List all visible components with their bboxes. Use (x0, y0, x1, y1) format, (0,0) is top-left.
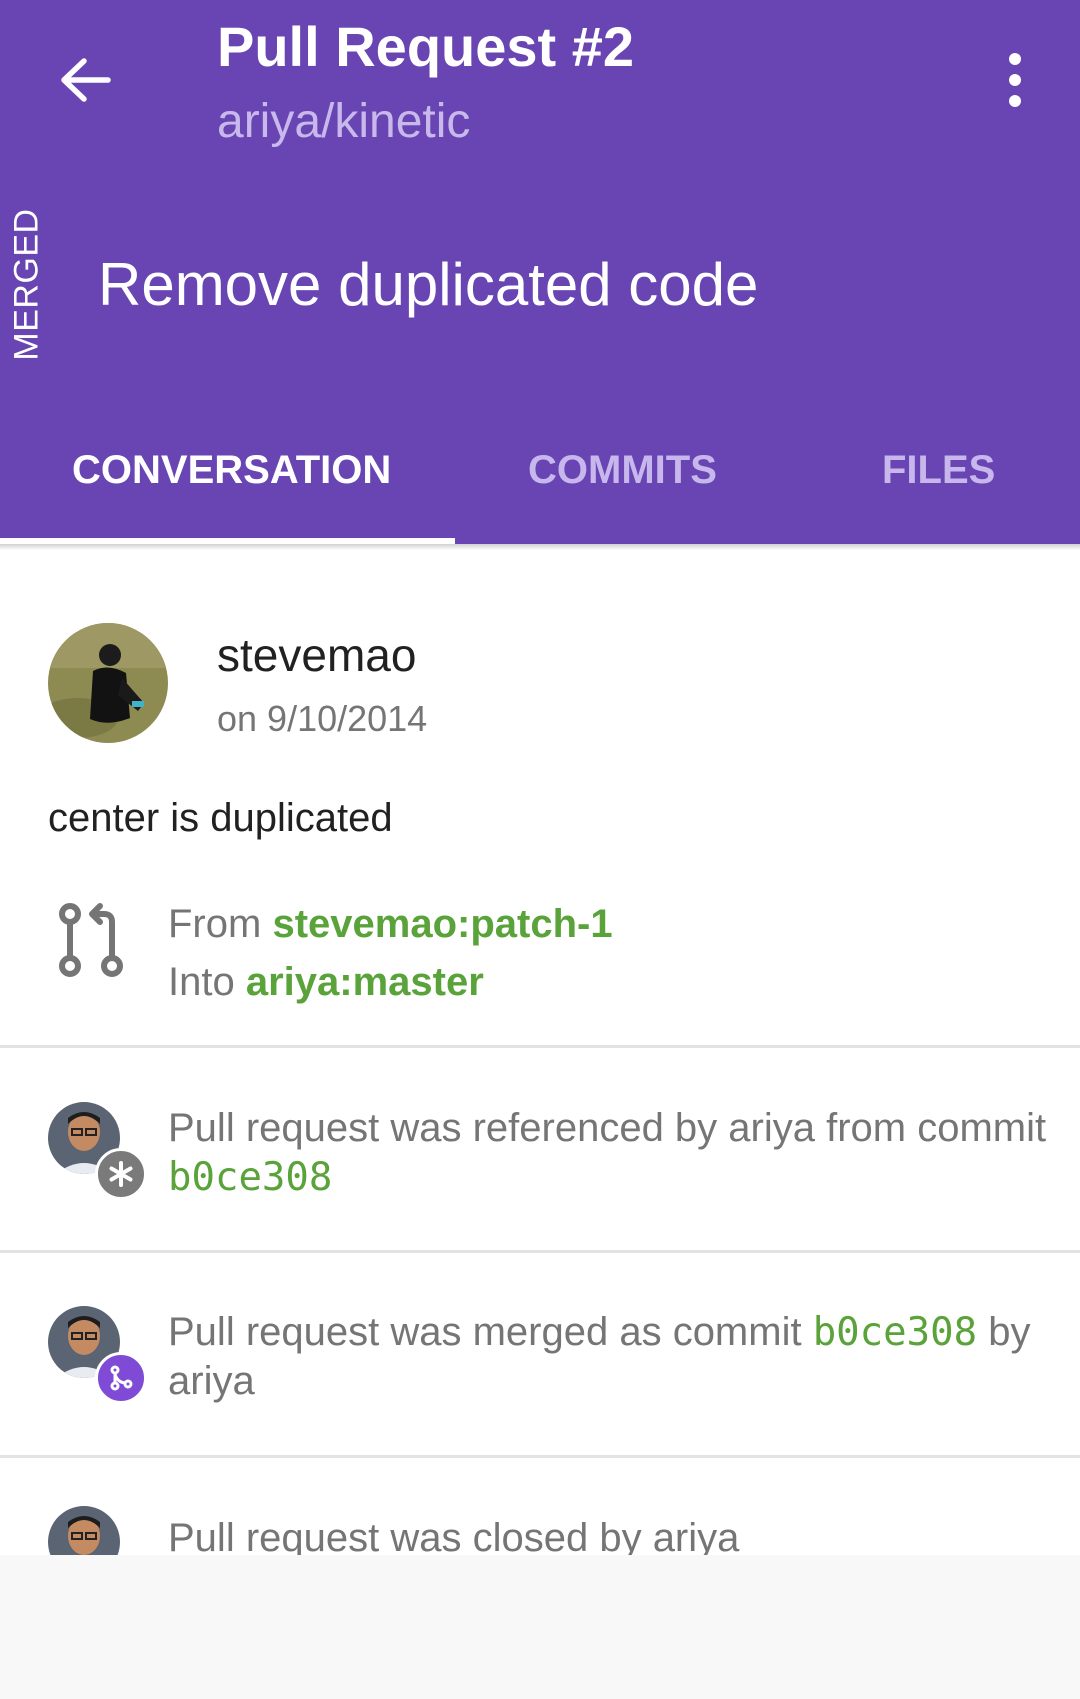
merge-icon (110, 1365, 133, 1391)
into-branch-row: Into ariya:master (168, 960, 484, 1005)
author-name[interactable]: stevemao (217, 628, 416, 682)
author-avatar[interactable] (48, 623, 168, 743)
tab-commits[interactable]: COMMITS (528, 448, 717, 493)
page-title: Pull Request #2 (217, 15, 635, 78)
into-label: Into (168, 960, 235, 1004)
commit-sha-link[interactable]: b0ce308 (813, 1310, 977, 1355)
tab-conversation[interactable]: CONVERSATION (72, 448, 391, 493)
bottom-area (0, 1555, 1080, 1699)
event-closed-row: Pull request was closed by ariya (0, 1500, 1080, 1555)
from-branch-row: From stevemao:patch-1 (168, 902, 613, 947)
more-options-button[interactable] (990, 50, 1040, 110)
tab-bar: CONVERSATION COMMITS FILES (0, 420, 1080, 544)
event-avatar[interactable] (48, 1506, 120, 1555)
divider (0, 1455, 1080, 1458)
reference-badge (95, 1148, 147, 1200)
more-vert-icon (1009, 53, 1021, 65)
pull-request-icon (59, 903, 123, 977)
repo-name: ariya/kinetic (217, 95, 471, 148)
divider (0, 1045, 1080, 1048)
from-branch[interactable]: stevemao:patch-1 (272, 902, 612, 946)
commit-sha-link[interactable]: b0ce308 (168, 1155, 332, 1200)
tab-files[interactable]: FILES (882, 448, 995, 493)
pr-body: center is duplicated (48, 796, 393, 840)
created-date: on 9/10/2014 (217, 698, 428, 739)
state-badge: MERGED (4, 208, 50, 360)
merge-badge (95, 1352, 147, 1404)
arrow-back-icon (61, 58, 111, 102)
app-bar: Pull Request #2 ariya/kinetic MERGED Rem… (0, 0, 1080, 544)
app-bar-shadow (0, 544, 1080, 550)
back-button[interactable] (50, 48, 120, 112)
event-closed: Pull request was closed by ariya (168, 1516, 740, 1555)
pr-title: Remove duplicated code (98, 251, 759, 318)
divider (0, 1250, 1080, 1253)
event-referenced: Pull request was referenced by ariya fro… (168, 1106, 1047, 1200)
event-merged: Pull request was merged as commit b0ce30… (168, 1310, 1031, 1403)
state-label: MERGED (7, 207, 46, 361)
asterisk-icon (109, 1161, 133, 1187)
into-branch[interactable]: ariya:master (246, 960, 484, 1004)
from-label: From (168, 902, 262, 946)
